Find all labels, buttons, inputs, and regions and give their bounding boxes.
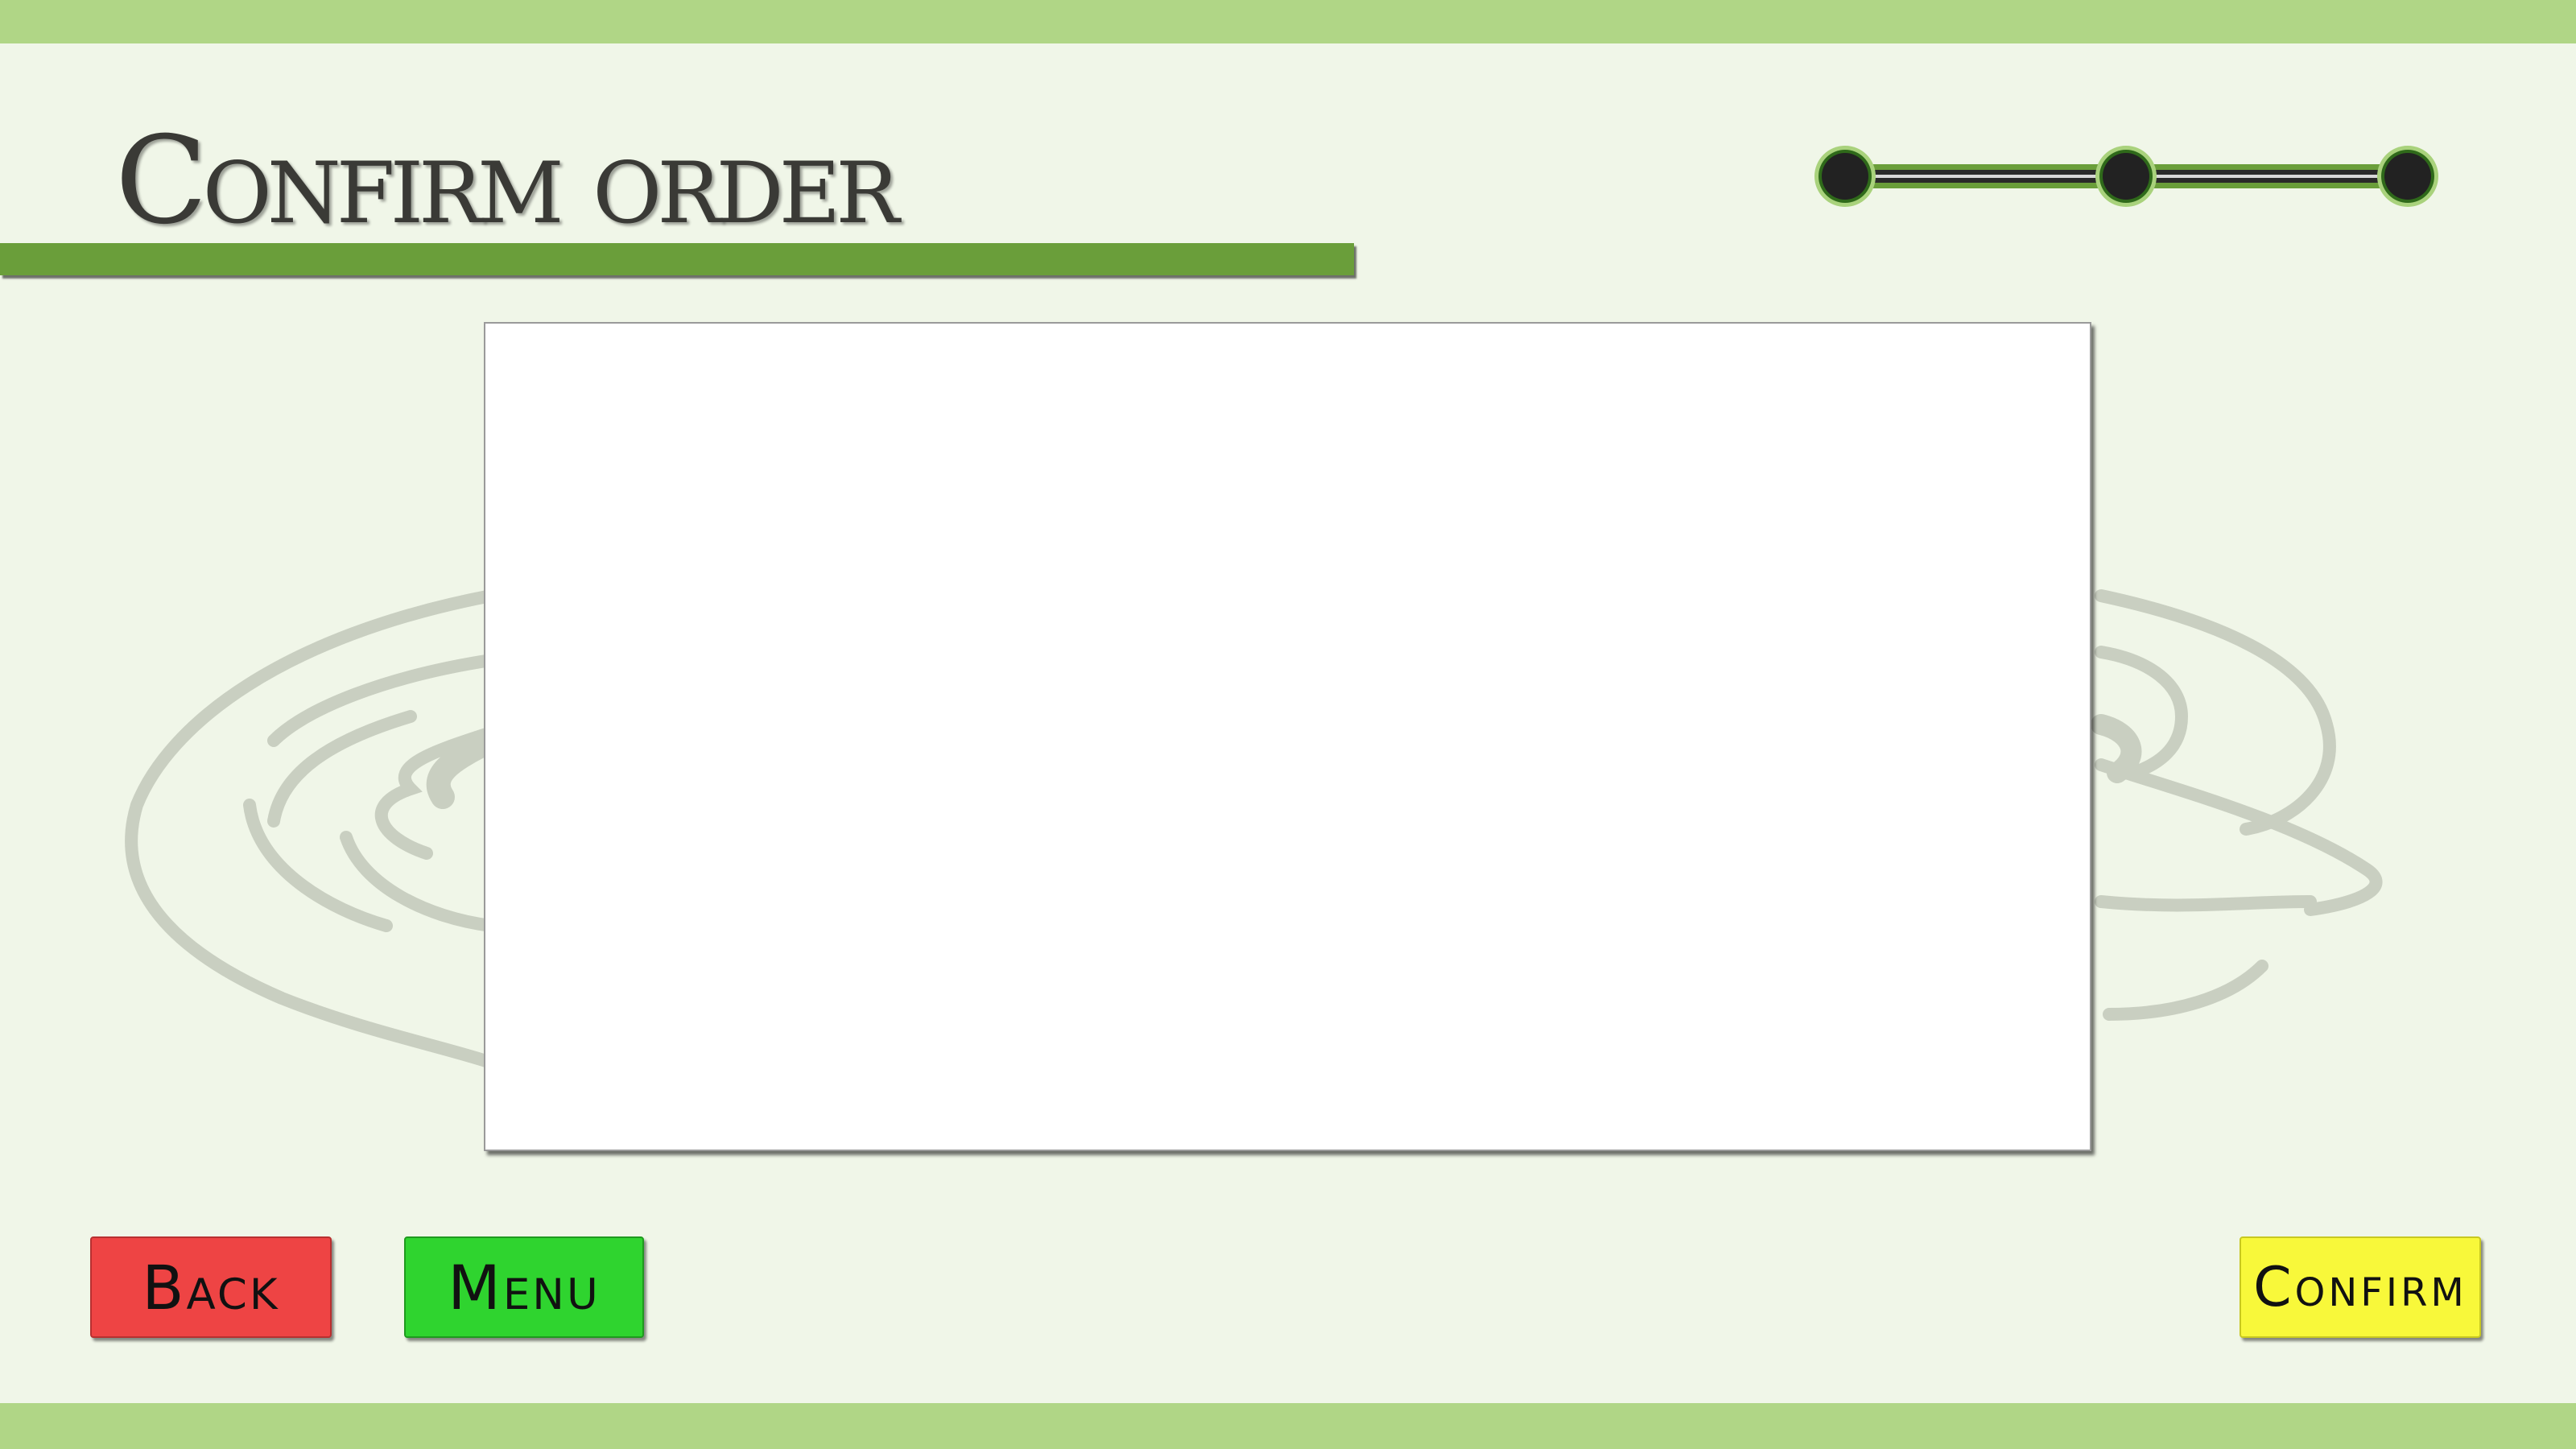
menu-button[interactable]: Menu <box>404 1236 644 1338</box>
step-progress-indicator <box>1814 146 2438 207</box>
order-summary-panel <box>484 322 2091 1151</box>
step-dot-1 <box>1814 146 1876 207</box>
top-accent-bar <box>0 0 2576 43</box>
bottom-accent-bar <box>0 1403 2576 1449</box>
page-title: Confirm order <box>115 111 899 251</box>
back-button[interactable]: Back <box>90 1236 332 1338</box>
step-dot-2 <box>2095 146 2157 207</box>
step-dot-3 <box>2377 146 2438 207</box>
title-underline <box>0 243 1354 275</box>
confirm-button[interactable]: Confirm <box>2240 1236 2481 1338</box>
